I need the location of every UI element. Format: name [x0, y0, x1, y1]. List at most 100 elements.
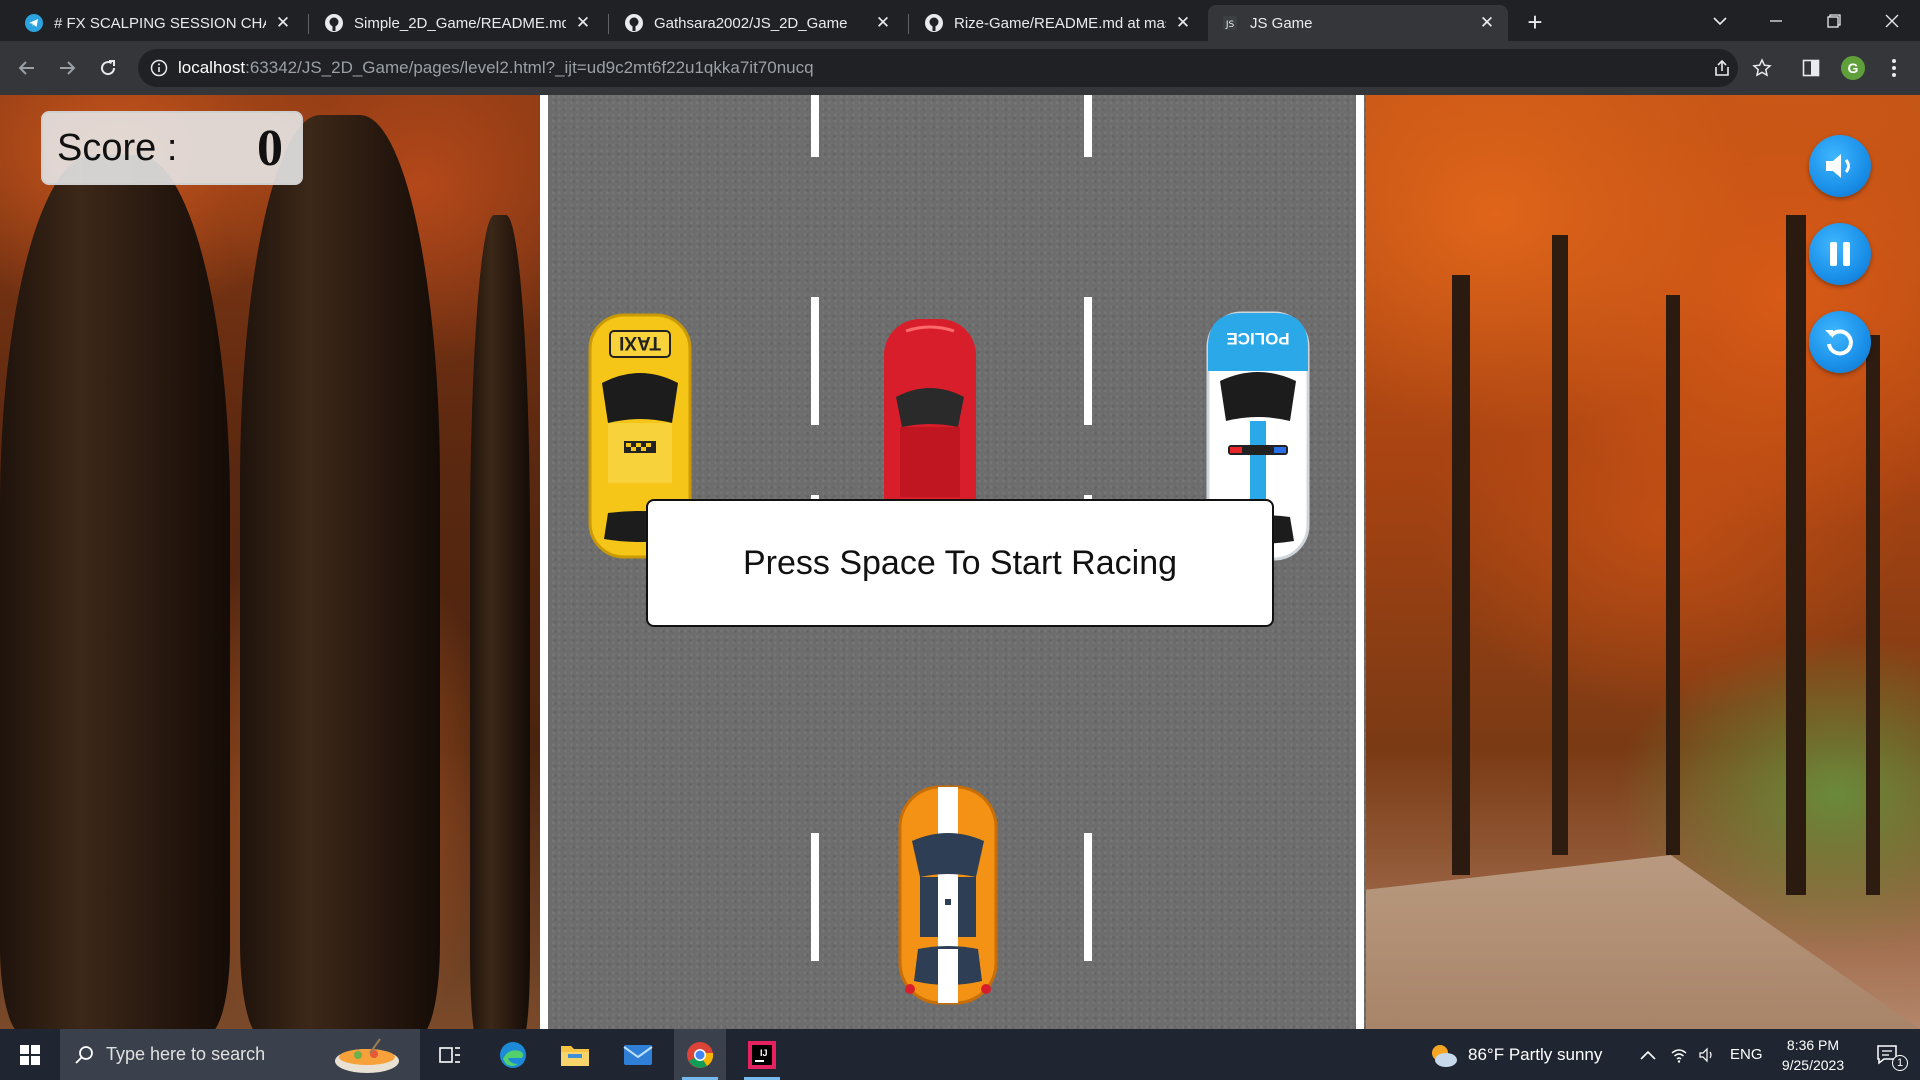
close-window-button[interactable]: [1864, 0, 1920, 41]
github-icon: [324, 13, 344, 33]
lane-marking: [1084, 95, 1092, 157]
lane-marking: [1084, 297, 1092, 425]
partly-sunny-icon: [1432, 1044, 1457, 1067]
notification-count: 1: [1892, 1055, 1908, 1071]
more-vertical-icon: [1892, 59, 1896, 77]
lane-marking: [811, 297, 819, 425]
profile-avatar[interactable]: G: [1841, 56, 1865, 80]
menu-button[interactable]: [1880, 54, 1908, 82]
restore-button[interactable]: [1806, 0, 1862, 41]
search-placeholder: Type here to search: [106, 1044, 266, 1064]
tab-separator: [908, 14, 909, 34]
weather-text: 86°F Partly sunny: [1468, 1044, 1603, 1064]
url-path: :63342/JS_2D_Game/pages/level2.html?_ijt…: [245, 58, 814, 77]
sound-button[interactable]: [1809, 135, 1871, 197]
tab-title: Gathsara2002/JS_2D_Game: [654, 14, 848, 32]
score-label: Score :: [57, 127, 178, 169]
chrome-app[interactable]: [674, 1029, 726, 1080]
close-icon: [1885, 14, 1899, 27]
taskbar-search-box[interactable]: Type here to search: [60, 1029, 420, 1080]
mail-app[interactable]: [612, 1029, 664, 1080]
page-icon: JS: [1220, 13, 1240, 33]
dirt-path: [1366, 855, 1920, 1029]
mail-icon: [623, 1044, 653, 1065]
restore-icon: [1827, 13, 1841, 28]
tab-simple-2d-game[interactable]: Simple_2D_Game/README.md a ✕: [312, 5, 604, 41]
share-button[interactable]: [1708, 54, 1736, 82]
start-message: Press Space To Start Racing: [742, 543, 1178, 582]
tab-title: # FX SCALPING SESSION CHAT: [54, 14, 266, 32]
lane-marking: [811, 833, 819, 961]
star-icon: [1752, 58, 1772, 77]
red-car: [884, 319, 976, 517]
tree-trunk: [1786, 215, 1806, 895]
github-icon: [924, 13, 944, 33]
tab-separator: [308, 14, 309, 34]
intellij-app[interactable]: IJ: [736, 1029, 788, 1080]
tab-fx-scalping[interactable]: # FX SCALPING SESSION CHAT ✕: [12, 5, 304, 41]
tree-trunk: [1552, 235, 1568, 855]
arrow-right-icon: [60, 61, 76, 75]
info-icon[interactable]: [150, 59, 168, 77]
close-icon[interactable]: ✕: [274, 13, 292, 33]
tab-search-button[interactable]: [1692, 0, 1748, 41]
browser-toolbar: localhost:63342/JS_2D_Game/pages/level2.…: [0, 41, 1920, 95]
system-tray: ENG: [1640, 1029, 1763, 1080]
road-edge-right: [1356, 95, 1364, 1029]
pause-button[interactable]: [1809, 223, 1871, 285]
volume-icon[interactable]: [1698, 1047, 1716, 1063]
bookmark-button[interactable]: [1748, 54, 1776, 82]
language-indicator[interactable]: ENG: [1730, 1046, 1763, 1063]
address-bar[interactable]: localhost:63342/JS_2D_Game/pages/level2.…: [138, 49, 1738, 87]
tree-trunk: [240, 115, 440, 1029]
windows-taskbar: Type here to search IJ 86°F Partly sunny…: [0, 1029, 1920, 1080]
tree-trunk: [1866, 335, 1880, 895]
close-icon[interactable]: ✕: [1174, 13, 1192, 33]
close-icon[interactable]: ✕: [1478, 13, 1496, 33]
game-page: TAXI POLICE Score: 0 Press Space To Sta…: [0, 95, 1920, 1029]
road-edge-left: [540, 95, 548, 1029]
restart-button[interactable]: [1809, 311, 1871, 373]
chevron-down-icon: [1713, 16, 1727, 25]
notification-center-button[interactable]: 1: [1868, 1029, 1908, 1080]
svg-text:IJ: IJ: [760, 1048, 768, 1058]
new-tab-button[interactable]: +: [1520, 8, 1550, 38]
side-panel-button[interactable]: [1797, 54, 1825, 82]
speaker-icon: [1826, 154, 1850, 178]
edge-icon: [500, 1041, 526, 1068]
arrow-left-icon: [18, 61, 34, 75]
github-icon: [624, 13, 644, 33]
tree-trunk: [0, 155, 230, 1029]
tab-js-game[interactable]: JS JS Game ✕: [1208, 5, 1508, 41]
side-panel-icon: [1802, 59, 1820, 77]
folder-icon: [561, 1045, 589, 1066]
forest-background-left: [0, 95, 540, 1029]
system-clock[interactable]: 8:36 PM 9/25/2023: [1768, 1035, 1858, 1075]
start-button[interactable]: [0, 1029, 60, 1080]
taxi-label: TAXI: [619, 332, 661, 353]
url-host: localhost: [178, 58, 246, 77]
reload-button[interactable]: [93, 53, 123, 83]
back-button[interactable]: [12, 53, 42, 83]
tab-rize-game[interactable]: Rize-Game/README.md at mast ✕: [912, 5, 1204, 41]
tab-js-2d-game-repo[interactable]: Gathsara2002/JS_2D_Game ✕: [612, 5, 904, 41]
tree-trunk: [1452, 275, 1470, 875]
lane-marking: [811, 95, 819, 157]
task-view-button[interactable]: [424, 1029, 476, 1080]
forward-button[interactable]: [52, 53, 82, 83]
url-text: localhost:63342/JS_2D_Game/pages/level2.…: [178, 58, 814, 78]
wifi-icon[interactable]: [1670, 1047, 1688, 1063]
score-value: 0: [257, 120, 283, 177]
file-explorer-app[interactable]: [549, 1029, 601, 1080]
task-view-icon: [439, 1046, 460, 1063]
close-icon[interactable]: ✕: [574, 13, 592, 33]
lane-marking: [1084, 833, 1092, 961]
chevron-up-icon[interactable]: [1640, 1050, 1656, 1060]
telegram-icon: [24, 13, 44, 33]
close-icon[interactable]: ✕: [874, 13, 892, 33]
weather-widget[interactable]: 86°F Partly sunny: [1428, 1029, 1602, 1080]
tree-trunk: [470, 215, 530, 1029]
svg-text:JS: JS: [1225, 20, 1235, 30]
edge-app[interactable]: [487, 1029, 539, 1080]
minimize-button[interactable]: [1748, 0, 1804, 41]
